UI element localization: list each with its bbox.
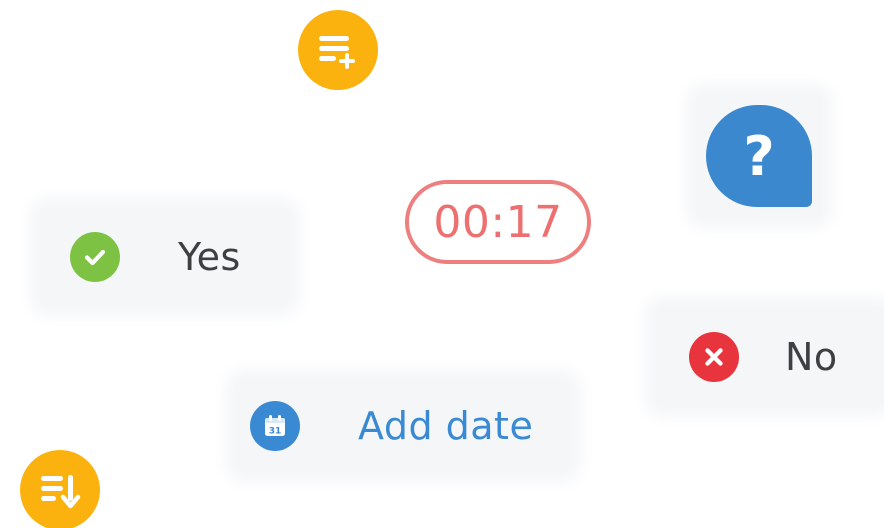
x-circle-icon [689, 332, 739, 382]
add-date-button[interactable]: 31 Add date [236, 380, 571, 472]
yes-label: Yes [178, 235, 241, 279]
timer-display: 00:17 [405, 180, 591, 264]
no-option[interactable]: No [655, 307, 884, 407]
canvas: ? 00:17 Yes No 31 Add date [0, 0, 884, 528]
add-date-label: Add date [358, 404, 534, 448]
calendar-day: 31 [269, 427, 282, 437]
help-button[interactable]: ? [706, 105, 812, 207]
timer-value: 00:17 [433, 196, 563, 248]
check-circle-icon [70, 232, 120, 282]
question-bubble-icon: ? [743, 124, 775, 188]
yes-option[interactable]: Yes [40, 208, 290, 306]
playlist-add-icon [319, 36, 355, 69]
calendar-icon: 31 [250, 401, 300, 451]
sort-button[interactable] [20, 450, 100, 528]
sort-descending-icon [41, 475, 81, 509]
no-label: No [785, 335, 838, 379]
help-card: ? [696, 94, 822, 218]
add-to-list-button[interactable] [298, 10, 378, 90]
